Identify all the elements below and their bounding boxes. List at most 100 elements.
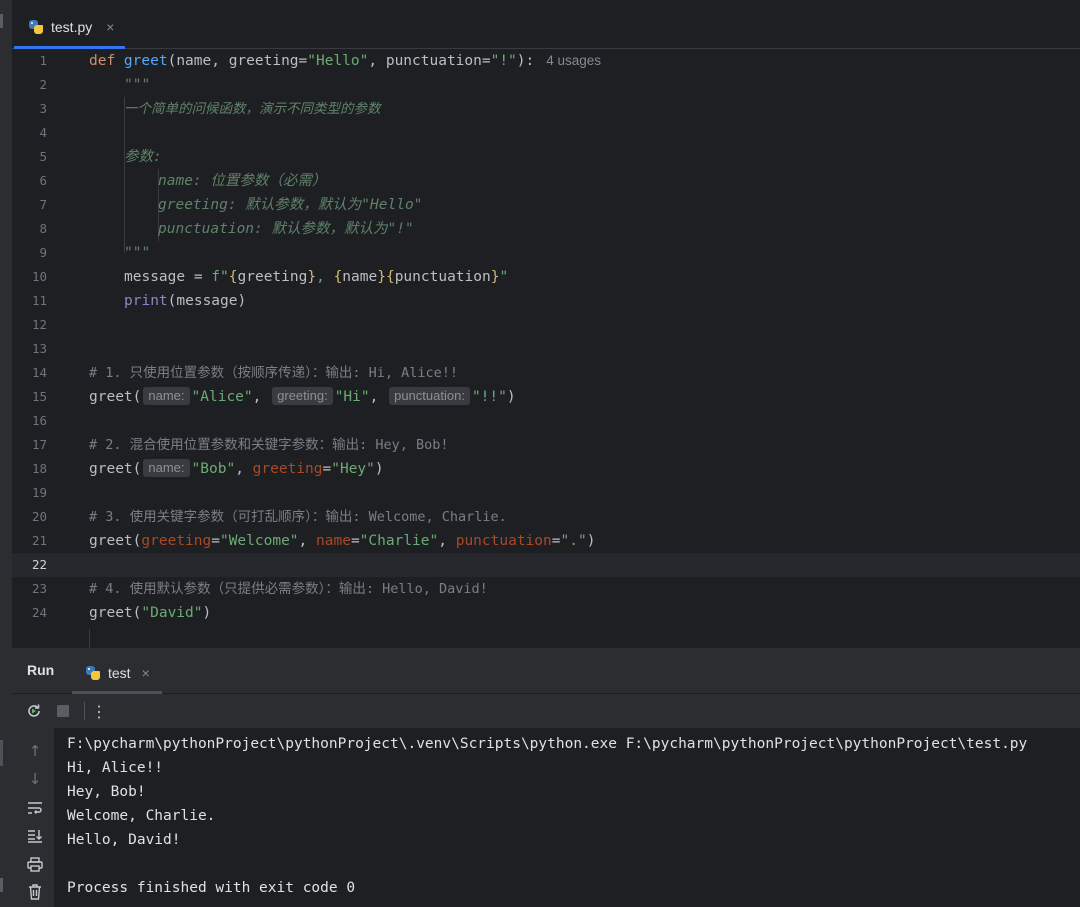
console-line: F:\pycharm\pythonProject\pythonProject\.…: [67, 736, 1028, 752]
run-header: Run test ×: [12, 648, 1080, 694]
code-line: 11 print(message): [12, 289, 1080, 313]
docstring-text: """: [124, 245, 151, 261]
line-number: 14: [31, 365, 47, 380]
inlay-hint: name:: [143, 459, 190, 477]
tool-strip-marker: [0, 14, 3, 28]
docstring-text: 一个简单的问候函数，演示不同类型的参数: [124, 101, 381, 117]
console-line: Hi, Alice!!: [67, 760, 164, 776]
line-number: 1: [39, 53, 47, 68]
code-comment: # 3. 使用关键字参数（可打乱顺序）：输出: Welcome, Charlie…: [89, 509, 507, 525]
code-string: "!": [490, 53, 517, 69]
line-number: 15: [31, 389, 47, 404]
code-brace: }: [307, 269, 317, 285]
soft-wrap-icon[interactable]: [24, 797, 46, 819]
code-text: message = f"{greeting}, {name}{punctuati…: [124, 265, 508, 289]
code-token: name: [342, 269, 378, 285]
code-line: 16: [12, 409, 1080, 433]
scroll-up-icon[interactable]: ↑: [24, 740, 46, 762]
line-number: 17: [31, 437, 47, 452]
docstring-text: name: 位置参数（必需）: [158, 173, 327, 189]
code-string: ".": [560, 533, 587, 549]
line-number: 21: [31, 533, 47, 548]
console-line: Hey, Bob!: [67, 784, 146, 800]
scroll-down-icon[interactable]: ↓: [24, 768, 46, 790]
code-token: =: [322, 461, 332, 477]
code-line: 13: [12, 337, 1080, 361]
code-brace: {: [385, 269, 395, 285]
code-line: 4: [12, 121, 1080, 145]
code-string: "Alice": [191, 389, 253, 405]
inlay-hint: punctuation:: [389, 387, 470, 405]
code-editor[interactable]: 1 def greet(name, greeting="Hello", punc…: [12, 49, 1080, 648]
line-number: 12: [31, 317, 47, 332]
scroll-to-end-icon[interactable]: [24, 825, 46, 847]
code-string: f": [211, 269, 229, 285]
code-token: punctuation: [394, 269, 491, 285]
code-string: "Charlie": [359, 533, 439, 549]
tab-test-py[interactable]: test.py ×: [14, 6, 125, 49]
run-title[interactable]: Run: [27, 662, 54, 678]
code-brace: {: [333, 269, 343, 285]
code-kwarg: punctuation: [455, 533, 552, 549]
code-line: 14 # 1. 只使用位置参数（按顺序传递）：输出: Hi, Alice!!: [12, 361, 1080, 385]
line-number: 7: [39, 197, 47, 212]
close-tab-icon[interactable]: ×: [106, 19, 114, 35]
code-string: "Hello": [307, 53, 369, 69]
run-toolbar: ⋮: [12, 694, 1080, 728]
code-line: 2 """: [12, 73, 1080, 97]
code-string: "Welcome": [219, 533, 299, 549]
line-number: 8: [39, 221, 47, 236]
tab-label: test.py: [51, 19, 93, 35]
code-line: 1 def greet(name, greeting="Hello", punc…: [12, 49, 1080, 73]
tool-strip-marker: [0, 740, 3, 766]
code-token: ,: [438, 533, 456, 549]
code-token: ): [202, 605, 212, 621]
docstring-text: punctuation: 默认参数，默认为"!": [158, 221, 414, 237]
line-number: 23: [31, 581, 47, 596]
code-token: (: [167, 53, 177, 69]
code-token: message =: [124, 269, 212, 285]
code-function-name: greet: [123, 53, 168, 69]
line-number: 5: [39, 149, 47, 164]
line-number: 19: [31, 485, 47, 500]
code-token: ,: [235, 461, 253, 477]
code-brace: }: [377, 269, 386, 285]
toolbar-separator: [84, 702, 85, 720]
code-text: def greet(name, greeting="Hello", punctu…: [89, 49, 601, 73]
code-token: greet(: [89, 461, 142, 477]
code-line: 18 greet(name: "Bob", greeting="Hey"): [12, 457, 1080, 481]
line-number: 6: [39, 173, 47, 188]
code-token: =: [211, 533, 220, 549]
code-line: 5 参数:: [12, 145, 1080, 169]
console-line: Welcome, Charlie.: [67, 808, 216, 824]
line-number: 13: [31, 341, 47, 356]
docstring-text: """: [124, 77, 151, 93]
line-number: 18: [31, 461, 47, 476]
line-number: 10: [31, 269, 47, 284]
line-number: 2: [39, 77, 47, 92]
code-line: 15 greet(name: "Alice", greeting: "Hi", pu…: [12, 385, 1080, 409]
more-options-icon[interactable]: ⋮: [88, 700, 110, 722]
code-line: 7 greeting: 默认参数，默认为"Hello": [12, 193, 1080, 217]
code-token: ,: [252, 389, 271, 405]
rerun-icon[interactable]: [23, 700, 45, 722]
code-line: 20 # 3. 使用关键字参数（可打乱顺序）：输出: Welcome, Char…: [12, 505, 1080, 529]
trash-icon[interactable]: [24, 881, 46, 903]
line-number: 11: [31, 293, 47, 308]
run-tab-test[interactable]: test ×: [72, 653, 162, 694]
code-line: 19: [12, 481, 1080, 505]
line-number: 16: [31, 413, 47, 428]
code-token: ):: [516, 53, 535, 69]
docstring-text: 参数:: [124, 149, 162, 165]
stop-icon[interactable]: [52, 700, 74, 722]
usages-link[interactable]: 4 usages: [546, 53, 601, 68]
code-text: greet(greeting="Welcome", name="Charlie"…: [89, 529, 595, 553]
code-string: "!!": [471, 389, 507, 405]
code-token: greet(: [89, 605, 142, 621]
code-text: greet("David"): [89, 601, 211, 625]
console-output[interactable]: F:\pycharm\pythonProject\pythonProject\.…: [54, 728, 1080, 907]
python-run-icon: [85, 665, 101, 681]
code-comment: # 2. 混合使用位置参数和关键字参数：输出: Hey, Bob!: [89, 437, 449, 453]
print-icon[interactable]: [24, 853, 46, 875]
close-run-tab-icon[interactable]: ×: [142, 665, 150, 681]
